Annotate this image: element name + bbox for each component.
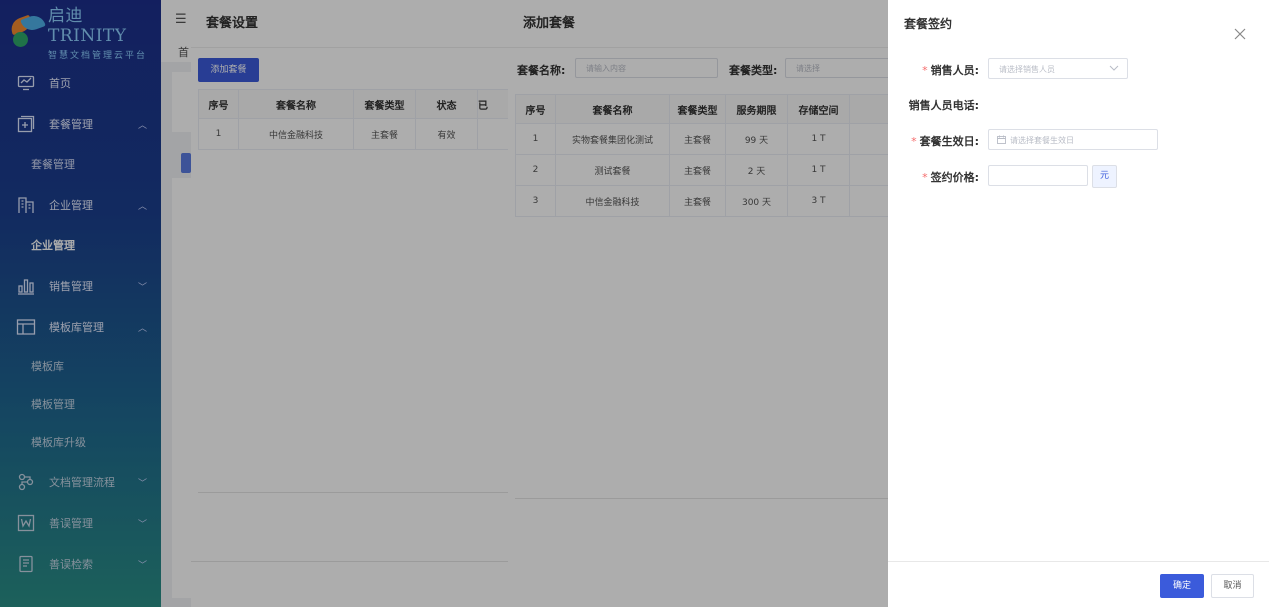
- required-mark: *: [911, 135, 917, 148]
- required-mark: *: [922, 171, 928, 184]
- sales-phone-row: 销售人员电话:: [888, 93, 1269, 117]
- close-icon[interactable]: [1231, 15, 1249, 40]
- chevron-down-icon: [1109, 64, 1119, 74]
- effective-date-picker[interactable]: 请选择套餐生效日: [988, 129, 1158, 150]
- effective-date-label: * 套餐生效日:: [911, 135, 979, 148]
- price-unit: 元: [1092, 165, 1117, 188]
- effective-date-row: * 套餐生效日: 请选择套餐生效日: [888, 129, 1269, 153]
- sales-person-label: * 销售人员:: [922, 64, 979, 77]
- required-mark: *: [922, 64, 928, 77]
- price-label: * 签约价格:: [922, 171, 979, 184]
- confirm-button[interactable]: 确定: [1160, 574, 1204, 598]
- drawer-footer: 确定 取消: [888, 561, 1269, 607]
- package-signing-drawer: 套餐签约 * 销售人员: 请选择销售人员 销售人员电话: * 套餐生效日: 请选择套…: [888, 0, 1269, 607]
- sales-person-row: * 销售人员: 请选择销售人员: [888, 58, 1269, 82]
- price-input[interactable]: [988, 165, 1088, 186]
- cancel-button[interactable]: 取消: [1211, 574, 1254, 598]
- drawer-header: 套餐签约: [888, 0, 1269, 48]
- sales-person-select[interactable]: 请选择销售人员: [988, 58, 1128, 79]
- price-row: * 签约价格: 元: [888, 165, 1269, 189]
- sales-phone-label: 销售人员电话:: [908, 99, 979, 112]
- modal-overlay[interactable]: [0, 0, 888, 607]
- calendar-icon: [997, 135, 1006, 146]
- drawer-title: 套餐签约: [904, 17, 953, 31]
